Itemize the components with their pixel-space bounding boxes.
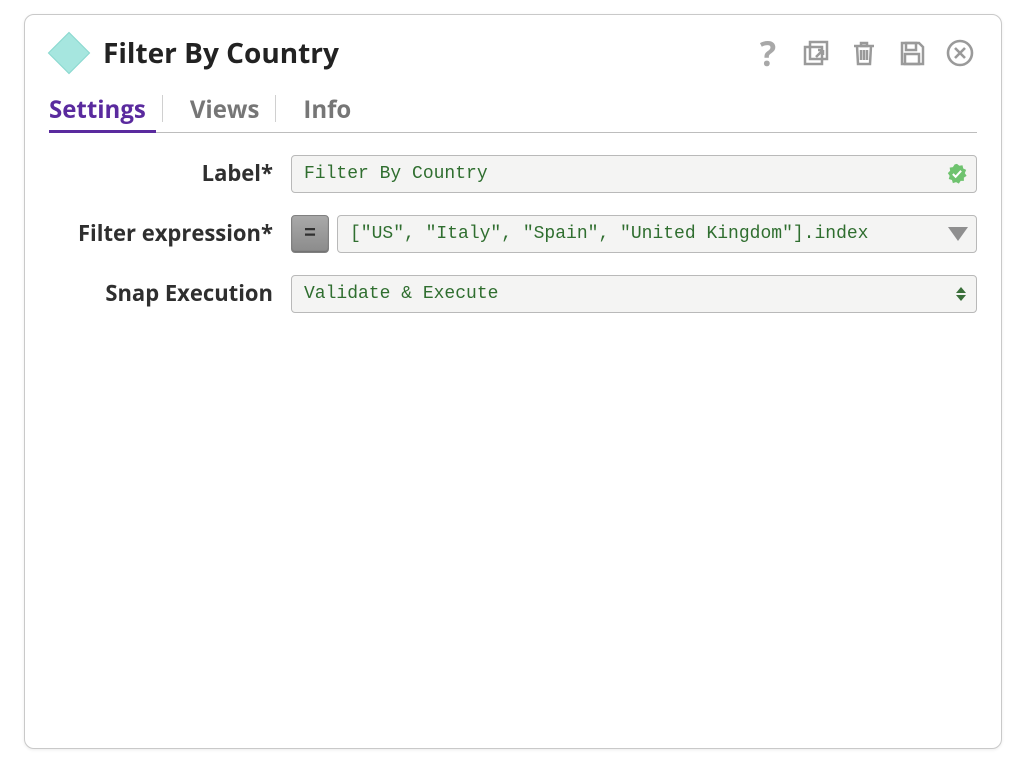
- expression-toggle-button[interactable]: =: [291, 215, 329, 253]
- trash-icon[interactable]: [847, 36, 881, 70]
- snap-settings-dialog: Filter By Country ?: [24, 14, 1002, 749]
- dialog-title: Filter By Country: [103, 34, 737, 72]
- label-input[interactable]: Filter By Country: [291, 155, 977, 193]
- tab-info[interactable]: Info: [285, 93, 373, 132]
- snap-type-icon: [49, 33, 89, 73]
- filter-expression-value: ["US", "Italy", "Spain", "United Kingdom…: [350, 224, 868, 244]
- save-icon[interactable]: [895, 36, 929, 70]
- tab-views[interactable]: Views: [172, 93, 282, 132]
- close-icon[interactable]: [943, 36, 977, 70]
- filter-expression-row: Filter expression* = ["US", "Italy", "Sp…: [49, 215, 977, 253]
- select-stepper-icon: [956, 287, 966, 301]
- snap-execution-label: Snap Execution: [49, 275, 291, 309]
- dialog-header: Filter By Country ?: [49, 33, 977, 73]
- snap-execution-value: Validate & Execute: [304, 284, 498, 304]
- label-field-label: Label*: [49, 155, 291, 189]
- snap-execution-select[interactable]: Validate & Execute: [291, 275, 977, 313]
- help-icon[interactable]: ?: [751, 36, 785, 70]
- dialog-toolbar: ?: [751, 36, 977, 70]
- settings-form: Label* Filter By Country Filter expressi…: [49, 155, 977, 335]
- filter-expression-input[interactable]: ["US", "Italy", "Spain", "United Kingdom…: [337, 215, 977, 253]
- tab-settings[interactable]: Settings: [49, 93, 168, 132]
- label-row: Label* Filter By Country: [49, 155, 977, 193]
- tab-bar: Settings Views Info: [49, 95, 977, 133]
- popout-icon[interactable]: [799, 36, 833, 70]
- validated-icon: [946, 163, 968, 185]
- label-input-value: Filter By Country: [304, 164, 488, 184]
- snap-execution-row: Snap Execution Validate & Execute: [49, 275, 977, 313]
- dropdown-icon[interactable]: [948, 227, 968, 241]
- filter-expression-label: Filter expression*: [49, 215, 291, 249]
